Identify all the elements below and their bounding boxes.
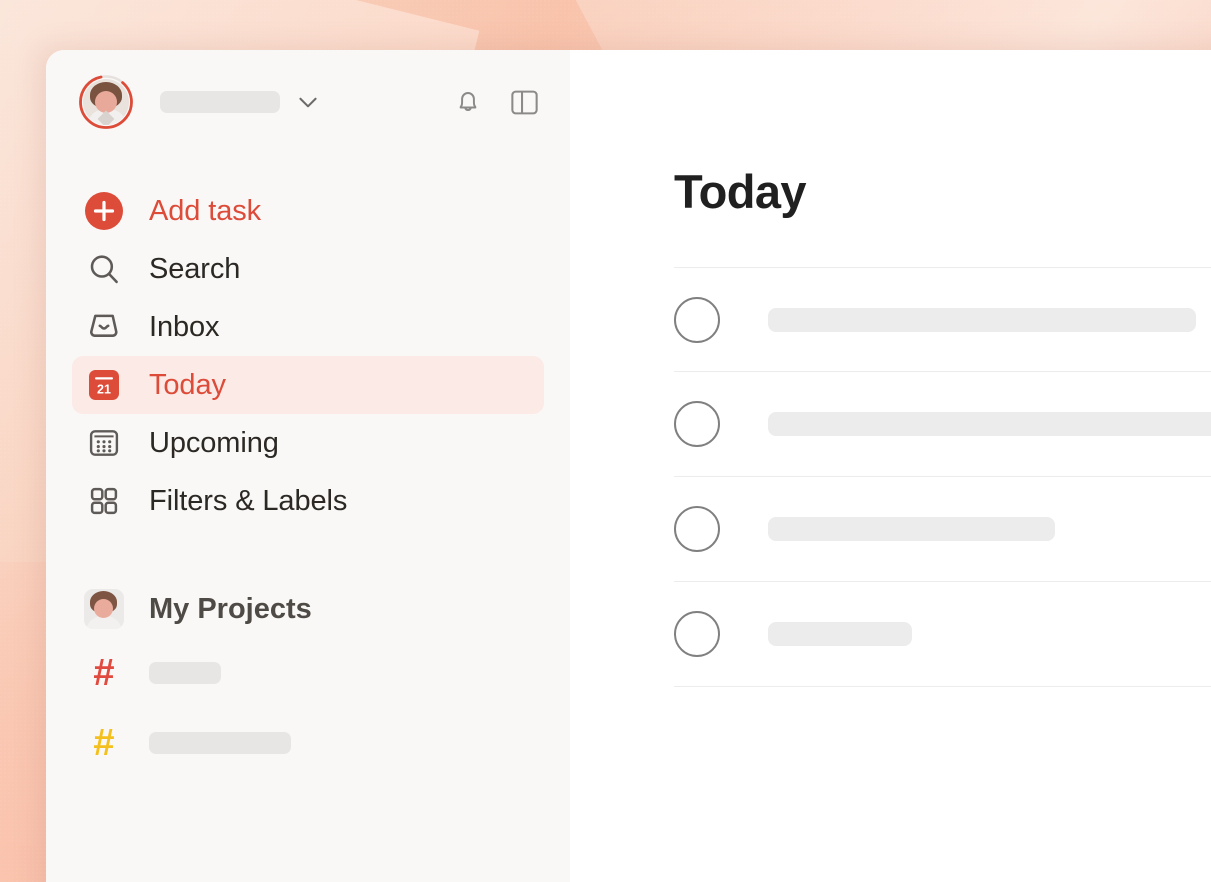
calendar-today-icon: 21 xyxy=(84,367,124,403)
account-dropdown-button[interactable] xyxy=(292,86,324,118)
account-name-placeholder xyxy=(160,91,280,113)
sidebar-header xyxy=(46,50,570,154)
sidebar-item-label: Filters & Labels xyxy=(149,484,348,517)
sidebar-toggle-icon xyxy=(510,90,538,114)
sidebar-item-today[interactable]: 21 Today xyxy=(72,356,544,414)
sidebar-item-label: Upcoming xyxy=(149,426,279,459)
hash-icon: # xyxy=(93,722,115,764)
sidebar-item-inbox[interactable]: Inbox xyxy=(72,298,544,356)
sidebar-item-label: Today xyxy=(149,368,226,401)
plus-circle-icon xyxy=(84,191,124,231)
list-item[interactable]: # xyxy=(72,708,544,778)
list-item[interactable]: # xyxy=(72,638,544,708)
circle-checkbox-icon[interactable] xyxy=(674,506,720,552)
project-name-placeholder xyxy=(149,732,291,754)
account-switcher-button[interactable] xyxy=(78,74,134,130)
task-title-placeholder xyxy=(768,412,1211,436)
sidebar-item-label: Inbox xyxy=(149,310,220,343)
circle-checkbox-icon[interactable] xyxy=(674,611,720,657)
project-name-placeholder xyxy=(149,662,221,684)
sidebar-nav: Add task Search Inbox 21 Today Upcoming … xyxy=(46,154,570,530)
main-content: Today xyxy=(570,50,1211,882)
sidebar: Add task Search Inbox 21 Today Upcoming … xyxy=(46,50,570,882)
sidebar-item-filters-labels[interactable]: Filters & Labels xyxy=(72,472,544,530)
task-title-placeholder xyxy=(768,622,912,646)
workspace-avatar xyxy=(84,589,124,629)
table-row[interactable] xyxy=(674,372,1211,477)
circle-checkbox-icon[interactable] xyxy=(674,296,720,343)
sidebar-item-label: Add task xyxy=(149,194,262,227)
table-row[interactable] xyxy=(674,267,1211,372)
chevron-down-icon xyxy=(299,97,317,108)
my-projects-section: My Projects # # xyxy=(46,580,570,778)
table-row[interactable] xyxy=(674,477,1211,582)
today-day-number: 21 xyxy=(97,383,111,397)
bell-icon xyxy=(459,92,477,111)
app-window: Add task Search Inbox 21 Today Upcoming … xyxy=(46,50,1211,882)
my-projects-title: My Projects xyxy=(149,592,312,625)
task-title-placeholder xyxy=(768,307,1196,332)
toggle-sidebar-button[interactable] xyxy=(504,82,544,122)
sidebar-item-label: Search xyxy=(149,252,241,285)
inbox-icon xyxy=(84,309,124,345)
my-projects-header[interactable]: My Projects xyxy=(72,580,544,638)
sidebar-item-upcoming[interactable]: Upcoming xyxy=(72,414,544,472)
sidebar-item-add-task[interactable]: Add task xyxy=(72,182,544,240)
screenshot-stage: Add task Search Inbox 21 Today Upcoming … xyxy=(0,0,1211,882)
grid-squares-icon xyxy=(84,484,124,518)
search-icon xyxy=(84,251,124,287)
hash-icon: # xyxy=(93,652,115,694)
notifications-button[interactable] xyxy=(448,82,488,122)
page-title: Today xyxy=(674,165,807,218)
calendar-grid-icon xyxy=(84,425,124,461)
sidebar-item-search[interactable]: Search xyxy=(72,240,544,298)
task-list xyxy=(674,267,1211,687)
avatar xyxy=(83,79,129,125)
task-title-placeholder xyxy=(768,517,1055,541)
circle-checkbox-icon[interactable] xyxy=(674,401,720,447)
table-row[interactable] xyxy=(674,582,1211,687)
